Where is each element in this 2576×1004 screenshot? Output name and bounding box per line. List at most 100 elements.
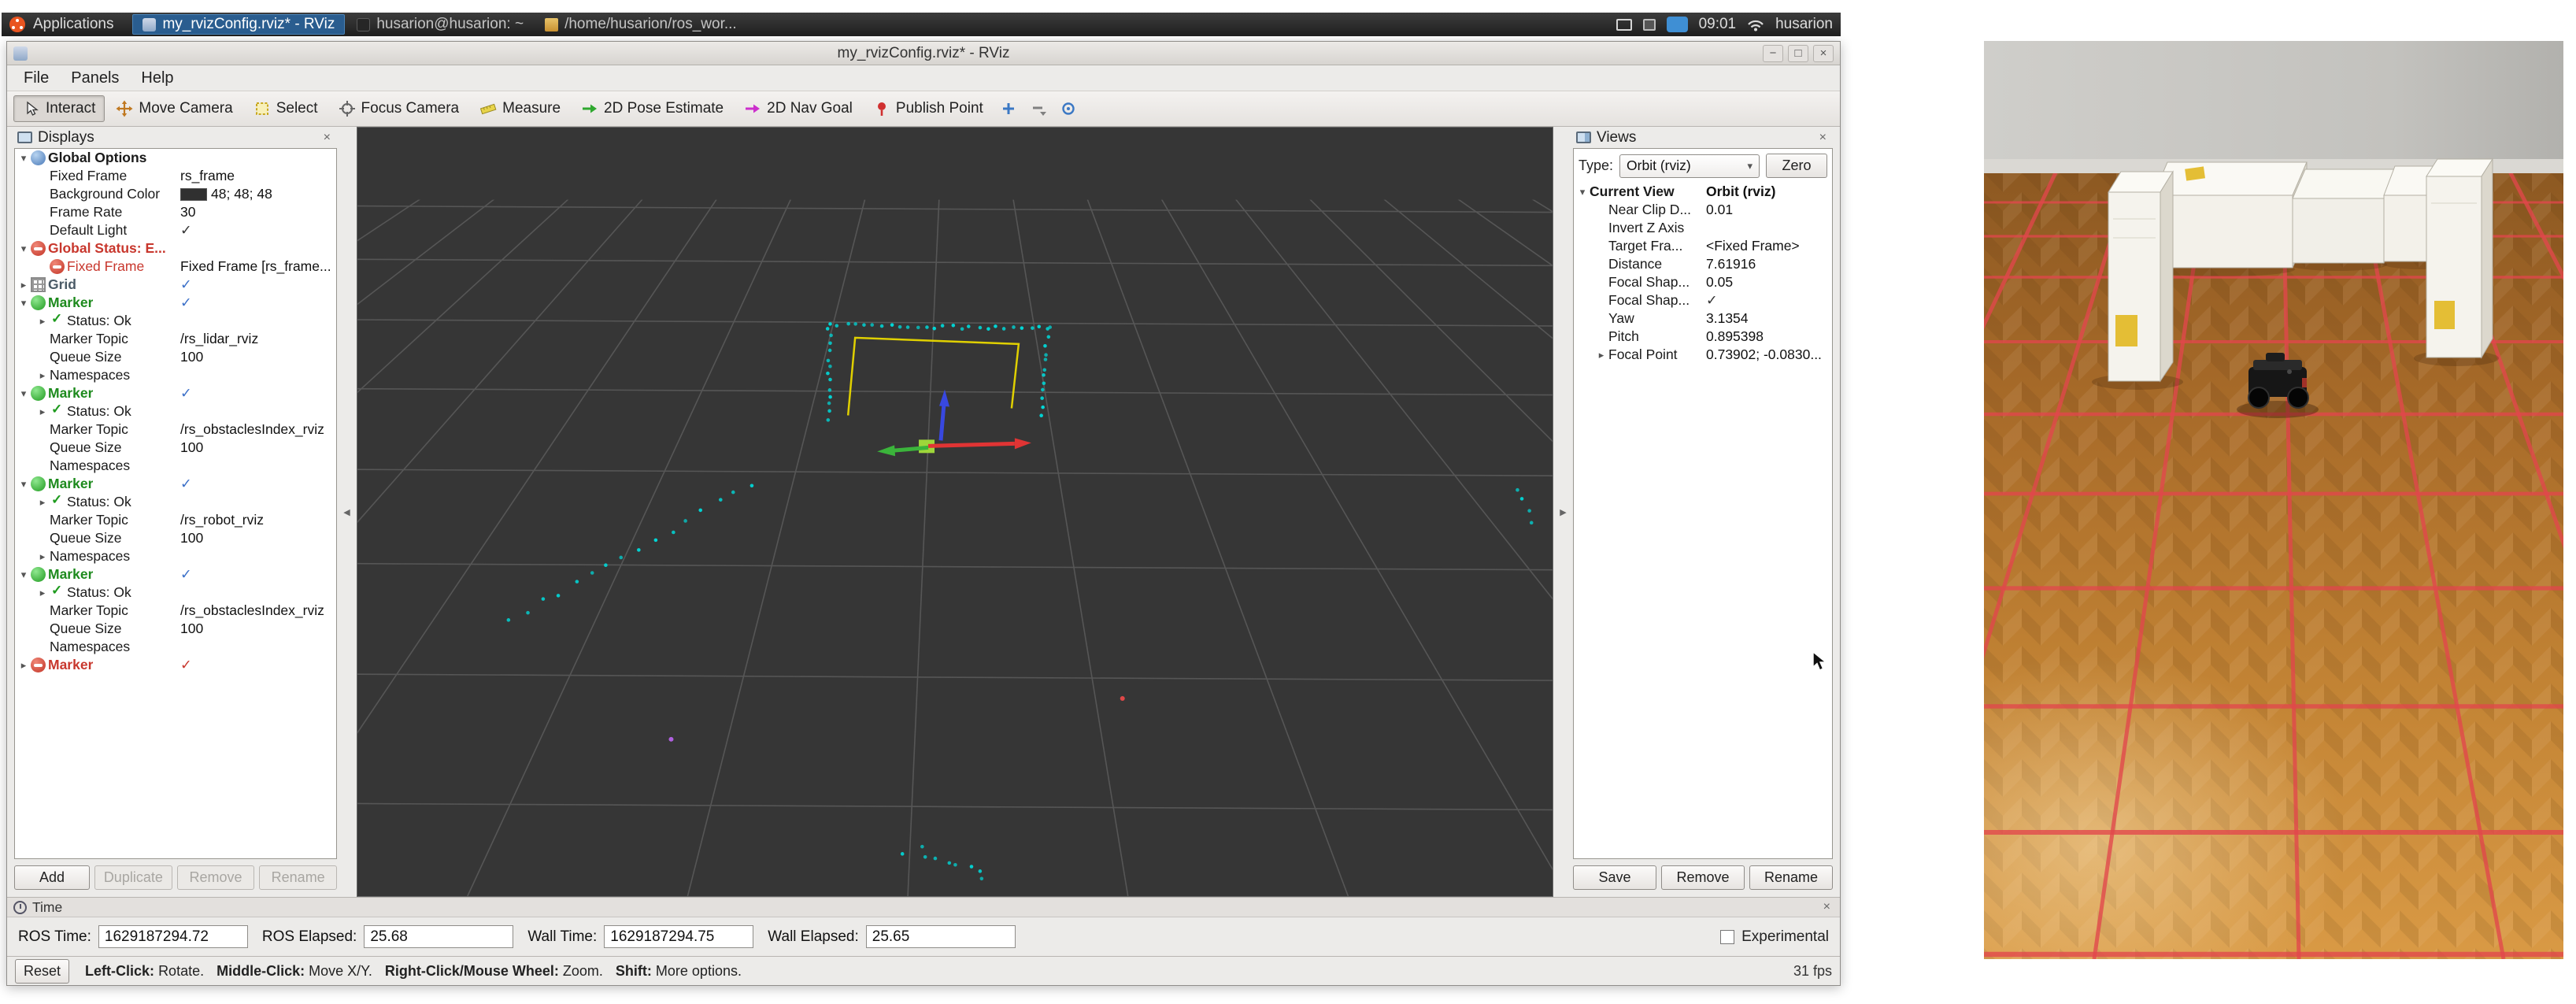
window-indicator-icon[interactable]	[1616, 19, 1632, 31]
3d-viewport[interactable]	[357, 127, 1553, 897]
remove-tool-button[interactable]	[1024, 95, 1053, 122]
views-panel-header[interactable]: Views ×	[1573, 127, 1833, 148]
property-value[interactable]: <Fixed Frame>	[1706, 238, 1830, 254]
expander-icon[interactable]: ▸	[35, 550, 50, 563]
property-value[interactable]: ✓	[180, 566, 335, 583]
menu-file[interactable]: File	[13, 67, 59, 90]
property-value[interactable]: ✓	[180, 476, 335, 492]
tree-row[interactable]: ▸ Status: Ok	[15, 312, 336, 330]
rename-view-button[interactable]: Rename	[1749, 865, 1833, 890]
tree-row[interactable]: Marker Topic /rs_robot_rviz	[15, 511, 336, 529]
tree-row[interactable]: ▸ Status: Ok	[15, 402, 336, 420]
tree-row[interactable]: ▸ Status: Ok	[15, 493, 336, 511]
tree-row[interactable]: Namespaces	[15, 638, 336, 656]
menu-panels[interactable]: Panels	[61, 67, 129, 90]
remove-view-button[interactable]: Remove	[1661, 865, 1745, 890]
expander-icon[interactable]: ▾	[17, 478, 31, 491]
expander-icon[interactable]: ▸	[17, 279, 31, 291]
property-value[interactable]: 30	[180, 204, 335, 220]
time-field-input[interactable]	[364, 925, 513, 948]
time-field-input[interactable]	[98, 925, 248, 948]
add-tool-button[interactable]	[994, 95, 1023, 122]
expander-icon[interactable]: ▾	[17, 297, 31, 309]
tree-row[interactable]: Frame Rate 30	[15, 203, 336, 221]
tree-row[interactable]: Fixed Frame Fixed Frame [rs_frame...	[15, 257, 336, 276]
property-value[interactable]: /rs_obstaclesIndex_rviz	[180, 421, 335, 438]
tree-row[interactable]: Yaw 3.1354	[1574, 309, 1832, 328]
applications-menu[interactable]: Applications	[33, 16, 113, 33]
expander-icon[interactable]: ▾	[17, 243, 31, 255]
tree-row[interactable]: ▾ Marker ✓	[15, 384, 336, 402]
property-value[interactable]: /rs_obstaclesIndex_rviz	[180, 602, 335, 619]
expander-icon[interactable]: ▸	[1594, 349, 1608, 361]
tree-row[interactable]: Distance 7.61916	[1574, 255, 1832, 273]
tree-row[interactable]: Marker Topic /rs_lidar_rviz	[15, 330, 336, 348]
tree-row[interactable]: Focal Shap... 0.05	[1574, 273, 1832, 291]
tree-row[interactable]: Queue Size 100	[15, 348, 336, 366]
tree-row[interactable]: ▾ Current View Orbit (rviz)	[1574, 183, 1832, 201]
tool-focus-camera[interactable]: Focus Camera	[329, 95, 469, 122]
view-type-select[interactable]: Orbit (rviz) ▾	[1619, 154, 1760, 178]
property-value[interactable]: 48; 48; 48	[180, 186, 335, 202]
tree-row[interactable]: Namespaces	[15, 457, 336, 475]
tree-row[interactable]: ▾ Marker ✓	[15, 294, 336, 312]
collapse-views-handle[interactable]: ▶	[1553, 127, 1573, 897]
tree-row[interactable]: Marker Topic /rs_obstaclesIndex_rviz	[15, 602, 336, 620]
tree-row[interactable]: ▾ Marker ✓	[15, 475, 336, 493]
expander-icon[interactable]: ▸	[35, 315, 50, 328]
expander-icon[interactable]: ▸	[17, 659, 31, 672]
tree-row[interactable]: Background Color 48; 48; 48	[15, 185, 336, 203]
expander-icon[interactable]: ▸	[35, 587, 50, 599]
property-value[interactable]: 100	[180, 439, 335, 456]
tree-row[interactable]: ▾ Global Status: E...	[15, 239, 336, 257]
tree-row[interactable]: ▾ Marker ✓	[15, 565, 336, 584]
property-value[interactable]: ✓	[180, 295, 335, 311]
expander-icon[interactable]: ▾	[17, 569, 31, 581]
panel-close-icon[interactable]: ×	[1816, 131, 1830, 145]
expander-icon[interactable]: ▾	[17, 387, 31, 400]
panel-close-icon[interactable]: ×	[320, 131, 334, 145]
maximize-icon[interactable]: □	[1788, 45, 1808, 62]
tree-row[interactable]: Fixed Frame rs_frame	[15, 167, 336, 185]
property-value[interactable]: /rs_lidar_rviz	[180, 331, 335, 347]
property-value[interactable]: ✓	[1706, 292, 1830, 309]
property-value[interactable]: Fixed Frame [rs_frame...	[180, 258, 335, 275]
tree-row[interactable]: Queue Size 100	[15, 620, 336, 638]
tree-row[interactable]: Marker Topic /rs_obstaclesIndex_rviz	[15, 420, 336, 439]
property-value[interactable]: ✓	[180, 222, 335, 239]
tree-row[interactable]: ▸ Grid ✓	[15, 276, 336, 294]
tool-publish-point[interactable]: Publish Point	[864, 95, 993, 122]
experimental-checkbox[interactable]	[1720, 930, 1734, 944]
tree-row[interactable]: ▸ Status: Ok	[15, 584, 336, 602]
time-field-input[interactable]	[604, 925, 753, 948]
property-value[interactable]: 100	[180, 530, 335, 546]
display-indicator-icon[interactable]	[1643, 19, 1656, 31]
property-value[interactable]: 0.895398	[1706, 328, 1830, 345]
property-value[interactable]: /rs_robot_rviz	[180, 512, 335, 528]
property-value[interactable]: 7.61916	[1706, 256, 1830, 272]
username[interactable]: husarion	[1775, 16, 1833, 33]
tree-row[interactable]: ▾ Global Options	[15, 149, 336, 167]
property-value[interactable]: ✓	[180, 276, 335, 293]
tool-measure[interactable]: Measure	[470, 95, 570, 122]
property-value[interactable]: 100	[180, 349, 335, 365]
property-value[interactable]: Orbit (rviz)	[1706, 183, 1830, 200]
tree-row[interactable]: Queue Size 100	[15, 439, 336, 457]
time-panel-header[interactable]: Time ×	[7, 898, 1840, 917]
expander-icon[interactable]: ▸	[35, 369, 50, 382]
tree-row[interactable]: Focal Shap... ✓	[1574, 291, 1832, 309]
tree-row[interactable]: ▸ Namespaces	[15, 547, 336, 565]
expander-icon[interactable]: ▸	[35, 496, 50, 509]
displays-panel-header[interactable]: Displays ×	[14, 127, 337, 148]
tool-interact[interactable]: Interact	[13, 95, 105, 122]
tool-properties-button[interactable]	[1054, 95, 1083, 122]
minimize-icon[interactable]: −	[1763, 45, 1783, 62]
tool-select[interactable]: Select	[244, 95, 328, 122]
property-value[interactable]: 100	[180, 621, 335, 637]
window-titlebar[interactable]: my_rvizConfig.rviz* - RViz − □ ×	[7, 42, 1840, 65]
property-value[interactable]: ✓	[180, 657, 335, 673]
save-view-button[interactable]: Save	[1573, 865, 1656, 890]
time-field-input[interactable]	[866, 925, 1016, 948]
tree-row[interactable]: Pitch 0.895398	[1574, 328, 1832, 346]
reset-button[interactable]: Reset	[15, 959, 69, 984]
